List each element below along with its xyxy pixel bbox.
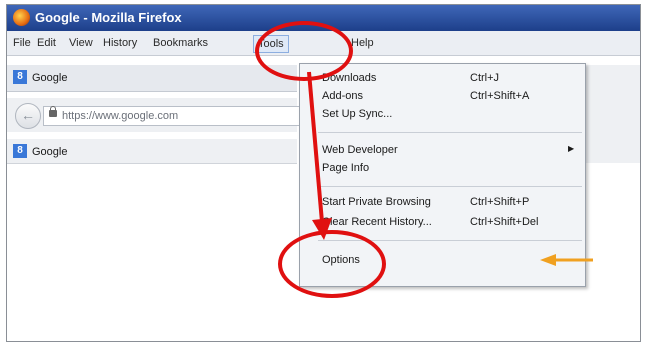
annotation-arrows xyxy=(307,71,593,266)
red-arrow-line xyxy=(307,71,324,223)
orange-arrow-head-icon xyxy=(540,254,556,266)
red-arrow-head-icon xyxy=(312,218,332,240)
